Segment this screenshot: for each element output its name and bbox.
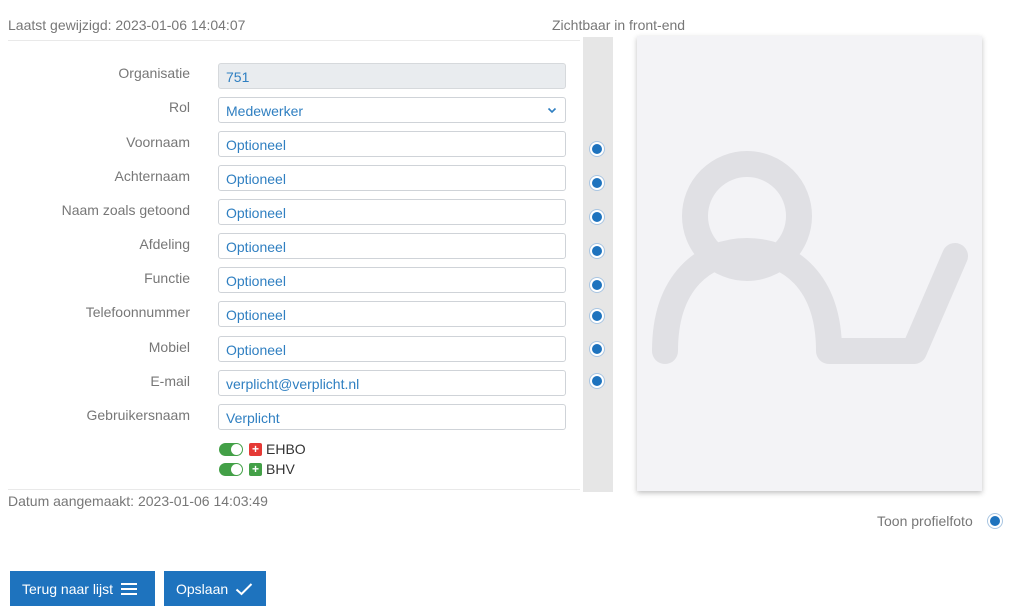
visible-frontend-heading: Zichtbaar in front-end [552,17,686,33]
gebruikersnaam-placeholder: Verplicht [226,410,280,426]
label-functie: Functie [144,270,190,286]
back-to-list-button[interactable]: Terug naar lijst [10,571,155,606]
bhv-toggle[interactable] [219,463,243,476]
visibility-radio-telefoonnummer[interactable] [592,311,602,321]
visibility-radio-mobiel[interactable] [592,344,602,354]
divider-bottom [8,489,580,490]
ehbo-toggle[interactable] [219,443,243,456]
divider-top [8,40,580,41]
visibility-radio-naam-zoals-getoond[interactable] [592,212,602,222]
created-date-text: Datum aangemaakt: 2023-01-06 14:03:49 [8,493,268,509]
show-photo-radio[interactable] [990,516,1000,526]
organisatie-value: 751 [226,69,250,85]
telefoonnummer-input[interactable]: Optioneel [218,301,566,327]
label-email: E-mail [150,373,190,389]
organisatie-field: 751 [218,63,566,89]
show-photo-label: Toon profielfoto [877,513,973,529]
user-placeholder-icon [652,151,968,364]
functie-placeholder: Optioneel [226,273,286,289]
afdeling-input[interactable]: Optioneel [218,233,566,259]
profile-photo-area[interactable] [637,36,982,491]
label-mobiel: Mobiel [148,339,190,355]
functie-input[interactable]: Optioneel [218,267,566,293]
save-button[interactable]: Opslaan [164,571,266,606]
bhv-cross-icon: + [249,463,262,476]
label-organisatie: Organisatie [118,65,190,81]
back-to-list-label: Terug naar lijst [22,580,114,597]
label-afdeling: Afdeling [139,236,190,252]
visibility-column [583,37,613,492]
visibility-radio-email[interactable] [592,376,602,386]
last-modified-text: Laatst gewijzigd: 2023-01-06 14:04:07 [8,17,246,33]
list-icon [120,582,138,596]
email-input[interactable]: verplicht@verplicht.nl [218,370,566,396]
achternaam-placeholder: Optioneel [226,171,286,187]
first-aid-cross-icon: + [249,443,262,456]
mobiel-placeholder: Optioneel [226,342,286,358]
email-value: verplicht@verplicht.nl [226,376,360,392]
label-naam-zoals-getoond: Naam zoals getoond [61,202,190,218]
visibility-radio-voornaam[interactable] [592,144,602,154]
ehbo-label: EHBO [266,441,306,457]
visibility-radio-afdeling[interactable] [592,246,602,256]
visibility-radio-functie[interactable] [592,280,602,290]
mobiel-input[interactable]: Optioneel [218,336,566,362]
naam-zoals-getoond-placeholder: Optioneel [226,205,286,221]
voornaam-placeholder: Optioneel [226,137,286,153]
naam-zoals-getoond-input[interactable]: Optioneel [218,199,566,225]
telefoonnummer-placeholder: Optioneel [226,307,286,323]
bhv-label: BHV [266,461,295,477]
rol-select[interactable]: Medewerker [218,97,566,123]
checkmark-icon [235,582,253,596]
label-gebruikersnaam: Gebruikersnaam [86,407,191,423]
visibility-radio-achternaam[interactable] [592,178,602,188]
label-rol: Rol [168,99,190,115]
label-telefoonnummer: Telefoonnummer [85,304,190,320]
label-voornaam: Voornaam [126,134,190,150]
gebruikersnaam-input[interactable]: Verplicht [218,404,566,430]
voornaam-input[interactable]: Optioneel [218,131,566,157]
afdeling-placeholder: Optioneel [226,239,286,255]
save-label: Opslaan [176,580,229,597]
achternaam-input[interactable]: Optioneel [218,165,566,191]
chevron-down-icon [547,103,557,119]
label-achternaam: Achternaam [114,168,190,184]
rol-value: Medewerker [226,103,304,119]
